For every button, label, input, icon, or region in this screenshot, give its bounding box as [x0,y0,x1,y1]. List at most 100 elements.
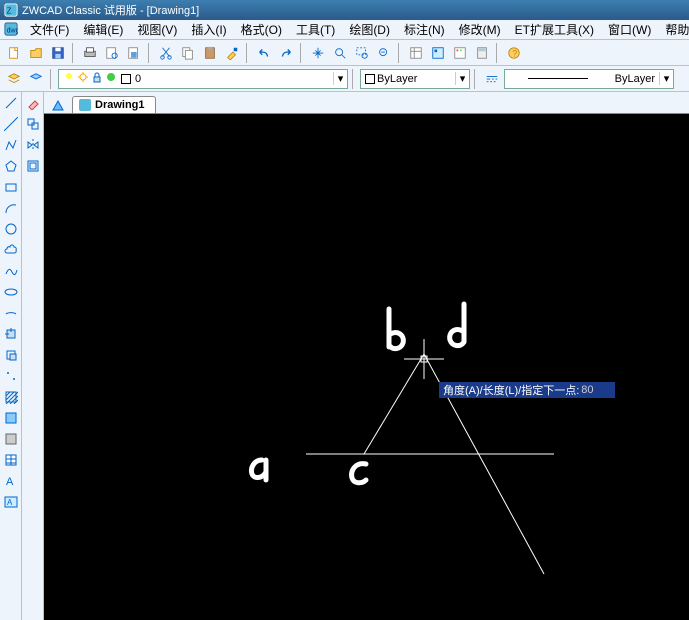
tab-home-icon[interactable] [50,97,66,113]
table-tool[interactable] [2,451,20,469]
point-tool[interactable] [2,367,20,385]
tool-palette-button[interactable] [450,43,470,63]
layer-dropdown[interactable]: 0 ▾ [58,69,348,89]
annotation-b: b [384,331,393,348]
copy-button[interactable] [178,43,198,63]
chevron-down-icon: ▾ [455,72,469,85]
publish-button[interactable]: ▦ [124,43,144,63]
dynamic-input-label: 角度(A)/长度(L)/指定下一点: [443,382,579,398]
menu-view[interactable]: 视图(V) [131,19,183,40]
ellipse-tool[interactable] [2,283,20,301]
arc-tool[interactable] [2,199,20,217]
layer-color-swatch [121,74,131,84]
help-button[interactable]: ? [504,43,524,63]
window-title: ZWCAD Classic 试用版 - [Drawing1] [22,2,199,18]
app-icon: Z [4,3,18,17]
pan-button[interactable] [308,43,328,63]
menu-dimension[interactable]: 标注(N) [398,19,451,40]
menu-tools[interactable]: 工具(T) [290,19,341,40]
menu-format[interactable]: 格式(O) [235,19,288,40]
toolbar-layers: 0 ▾ ByLayer ▾ ByLayer ▾ [0,66,689,92]
ellipse-arc-tool[interactable] [2,304,20,322]
layer-state-button[interactable] [26,69,46,89]
menu-help[interactable]: 帮助 [659,19,689,40]
insert-block-tool[interactable] [2,325,20,343]
svg-text:dwg: dwg [7,27,18,34]
redo-button[interactable] [276,43,296,63]
color-swatch [365,74,375,84]
mtext-tool[interactable]: A [2,472,20,490]
circle-tool[interactable] [2,220,20,238]
design-center-button[interactable] [428,43,448,63]
menu-file[interactable]: 文件(F) [24,19,75,40]
menu-insert[interactable]: 插入(I) [185,19,232,40]
mirror-tool[interactable] [24,136,42,154]
drawing-canvas[interactable]: a b c d 角度(A)/长度(L)/指定下一点: [44,114,689,620]
printer-icon [105,71,117,86]
annotation-d: d [454,326,463,343]
menu-modify[interactable]: 修改(M) [453,19,507,40]
dynamic-input-tooltip: 角度(A)/长度(L)/指定下一点: [439,382,615,398]
zoom-previous-button[interactable] [374,43,394,63]
tab-label: Drawing1 [95,99,145,111]
canvas-wrap: Drawing1 [44,92,689,620]
rectangle-tool[interactable] [2,178,20,196]
svg-text:▦: ▦ [131,51,138,58]
revcloud-tool[interactable] [2,241,20,259]
dwg-file-icon [79,99,91,111]
calculator-button[interactable] [472,43,492,63]
color-dropdown[interactable]: ByLayer ▾ [360,69,470,89]
svg-text:A: A [6,476,14,488]
titlebar: Z ZWCAD Classic 试用版 - [Drawing1] [0,0,689,20]
svg-text:Z: Z [7,7,12,16]
new-button[interactable] [4,43,24,63]
open-button[interactable] [26,43,46,63]
chevron-down-icon: ▾ [659,72,673,85]
gradient-tool[interactable] [2,409,20,427]
menu-window[interactable]: 窗口(W) [602,19,657,40]
menu-logo-icon: dwg [4,22,18,38]
annotation-a: a [254,461,263,478]
copy-obj-tool[interactable] [24,115,42,133]
text-tool[interactable]: A [2,493,20,511]
properties-button[interactable] [406,43,426,63]
zoom-realtime-button[interactable] [330,43,350,63]
workarea: A A Drawing1 [0,92,689,620]
linetype-button[interactable] [482,69,502,89]
annotation-c: c [359,466,367,483]
polygon-tool[interactable] [2,157,20,175]
tab-drawing1[interactable]: Drawing1 [72,96,156,113]
linetype-value: ByLayer [611,73,659,85]
print-preview-button[interactable] [102,43,122,63]
toolbar-standard: ▦ ? [0,40,689,66]
region-tool[interactable] [2,430,20,448]
linetype-line [528,78,588,79]
menu-draw[interactable]: 绘图(D) [343,19,396,40]
layer-manager-button[interactable] [4,69,24,89]
make-block-tool[interactable] [2,346,20,364]
linetype-dropdown[interactable]: ByLayer ▾ [504,69,674,89]
print-button[interactable] [80,43,100,63]
polyline-tool[interactable] [2,136,20,154]
draw-toolbar: A A [0,92,22,620]
menu-et[interactable]: ET扩展工具(X) [509,19,600,40]
svg-text:?: ? [512,48,517,58]
dynamic-input-field[interactable] [581,384,611,396]
offset-tool[interactable] [24,157,42,175]
chevron-down-icon: ▾ [333,72,347,85]
line-tool[interactable] [2,94,20,112]
menu-edit[interactable]: 编辑(E) [77,19,129,40]
match-prop-button[interactable] [222,43,242,63]
document-tabs: Drawing1 [44,92,689,114]
zoom-window-button[interactable] [352,43,372,63]
spline-tool[interactable] [2,262,20,280]
save-button[interactable] [48,43,68,63]
construction-line-tool[interactable] [2,115,20,133]
hatch-tool[interactable] [2,388,20,406]
layer-name: 0 [135,73,141,85]
cut-button[interactable] [156,43,176,63]
undo-button[interactable] [254,43,274,63]
erase-tool[interactable] [24,94,42,112]
menubar: dwg 文件(F) 编辑(E) 视图(V) 插入(I) 格式(O) 工具(T) … [0,20,689,40]
paste-button[interactable] [200,43,220,63]
